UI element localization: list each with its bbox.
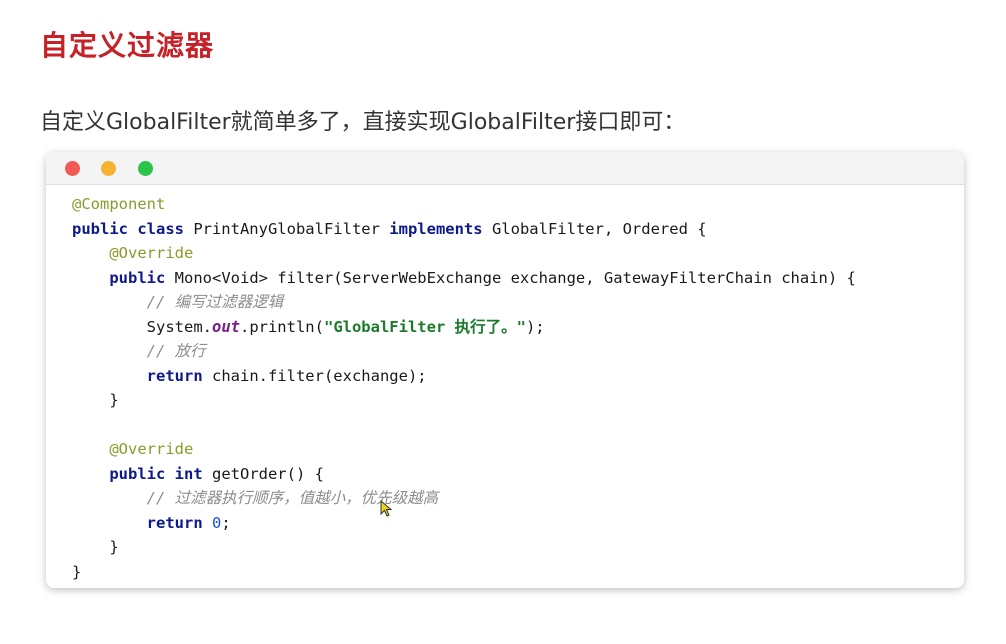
number-literal: 0 xyxy=(212,513,222,532)
keyword-text: public xyxy=(109,268,166,287)
string-literal: "GlobalFilter 执行了。" xyxy=(323,317,526,336)
window-title-bar xyxy=(46,152,964,185)
code-text: } xyxy=(109,538,119,556)
mouse-pointer-icon xyxy=(380,500,393,517)
code-line: @Override xyxy=(72,437,954,462)
code-line: } xyxy=(72,535,954,560)
code-line: public Mono<Void> filter(ServerWebExchan… xyxy=(72,266,954,291)
keyword-text: public int xyxy=(109,464,203,483)
static-field-text: out xyxy=(211,317,240,336)
code-window: @Component public class PrintAnyGlobalFi… xyxy=(46,152,964,588)
code-line: return 0; xyxy=(72,511,954,536)
minimize-dot-icon xyxy=(101,161,116,176)
code-text: getOrder() { xyxy=(202,464,324,483)
keyword-text: return xyxy=(146,366,203,385)
code-text: GlobalFilter, Ordered { xyxy=(482,219,707,238)
code-line: public class PrintAnyGlobalFilter implem… xyxy=(72,217,954,242)
code-text: ); xyxy=(525,317,545,336)
code-line: } xyxy=(72,388,954,413)
code-text: chain.filter(exchange); xyxy=(202,366,427,385)
annotation-text: @Override xyxy=(109,244,194,262)
keyword-text: public class xyxy=(72,219,184,238)
code-line: return chain.filter(exchange); xyxy=(72,364,954,389)
code-text: } xyxy=(72,562,82,581)
code-text: ; xyxy=(221,513,231,532)
code-line: } xyxy=(72,560,954,585)
comment-text: // 编写过滤器逻辑 xyxy=(146,293,284,311)
code-line: // 编写过滤器逻辑 xyxy=(72,290,954,315)
code-line: System.out.println("GlobalFilter 执行了。"); xyxy=(72,315,954,340)
keyword-text: return xyxy=(146,513,203,532)
comment-text: // 过滤器执行顺序，值越小，优先级越高 xyxy=(146,489,439,507)
code-text: PrintAnyGlobalFilter xyxy=(183,219,390,238)
code-line: // 过滤器执行顺序，值越小，优先级越高 xyxy=(72,486,954,511)
code-text: .println( xyxy=(239,317,324,336)
code-text: System. xyxy=(146,317,212,336)
code-block: @Component public class PrintAnyGlobalFi… xyxy=(72,192,954,584)
slide-title: 自定义过滤器 xyxy=(40,29,215,62)
close-dot-icon xyxy=(65,161,80,176)
keyword-text: implements xyxy=(389,219,483,238)
code-line: @Override xyxy=(72,241,954,266)
annotation-text: @Override xyxy=(109,440,194,458)
code-text: Mono<Void> filter(ServerWebExchange exch… xyxy=(165,268,856,287)
slide-description: 自定义GlobalFilter就简单多了，直接实现GlobalFilter接口即… xyxy=(40,110,686,135)
code-line: // 放行 xyxy=(72,339,954,364)
code-text: } xyxy=(109,391,119,409)
comment-text: // 放行 xyxy=(146,342,206,360)
annotation-text: @Component xyxy=(72,195,166,213)
code-line: public int getOrder() { xyxy=(72,462,954,487)
code-line: @Component xyxy=(72,192,954,217)
maximize-dot-icon xyxy=(138,161,153,176)
